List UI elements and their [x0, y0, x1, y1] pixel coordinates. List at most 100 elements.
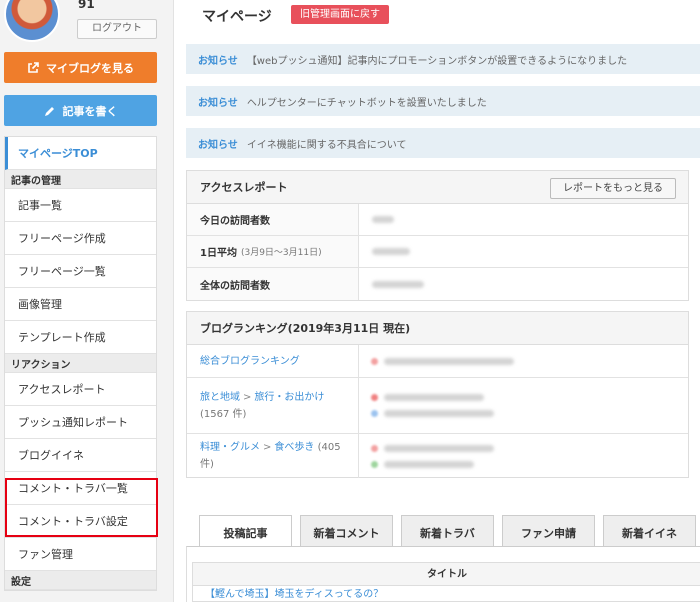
access-report-title: アクセスレポート: [200, 181, 288, 194]
sidebar-item-comment-settings[interactable]: コメント・トラバ設定: [5, 505, 156, 538]
sidebar-menu: マイページTOP 記事の管理 記事一覧 フリーページ作成 フリーページ一覧 画像管理 テンプ…: [4, 136, 157, 591]
blurred-value: [384, 460, 474, 468]
notice-bar[interactable]: お知らせ ヘルプセンターにチャットボットを設置いたしました: [186, 86, 700, 116]
main-content: マイページ 旧管理画面に戻す お知らせ 【webプッシュ通知】記事内にプロモーシ…: [173, 0, 700, 602]
ranking-row: 料理・グルメ > 食べ歩き (405 件): [187, 434, 688, 478]
blurred-value: [384, 444, 494, 452]
ranking-value: [371, 394, 688, 401]
ranking-link[interactable]: 旅行・お出かけ: [254, 392, 324, 403]
ranking-value: [371, 444, 688, 452]
blurred-value: [384, 410, 494, 417]
tab-new-trackbacks[interactable]: 新着トラバ: [401, 515, 494, 547]
notice-text[interactable]: イイネ機能に関する不具合について: [247, 136, 407, 151]
ranking-value: [371, 460, 688, 468]
table-row[interactable]: 【鰹んで埼玉】埼玉をディスってるの？: [193, 586, 700, 602]
breadcrumb-separator: >: [243, 391, 252, 403]
page-title: マイページ: [202, 9, 272, 25]
notice-bar[interactable]: お知らせ 【webプッシュ通知】記事内にプロモーションボタンが設置できるようにな…: [186, 44, 700, 74]
stat-label: 全体の訪問者数: [187, 268, 359, 300]
stat-label-text: 今日の訪問者数: [200, 216, 270, 227]
ranking-row: 旅と地域 > 旅行・お出かけ (1567 件): [187, 378, 688, 434]
sidebar-item-push-report[interactable]: プッシュ通知レポート: [5, 406, 156, 439]
sidebar-item-free-page-create[interactable]: フリーページ作成: [5, 222, 156, 255]
tab-new-iine[interactable]: 新着イイネ: [603, 515, 696, 547]
sidebar-item-article-list[interactable]: 記事一覧: [5, 189, 156, 222]
stat-row: 全体の訪問者数: [187, 268, 688, 300]
stat-label: 1日平均 (3月9日〜3月11日): [187, 236, 359, 267]
sidebar-item-image-manage[interactable]: 画像管理: [5, 288, 156, 321]
ranking-value: [371, 357, 688, 365]
notice-bar[interactable]: お知らせ イイネ機能に関する不具合について: [186, 128, 700, 158]
sidebar-item-comment-list[interactable]: コメント・トラバ一覧: [5, 472, 156, 505]
sidebar-section-heading: 記事の管理: [5, 170, 156, 189]
sidebar-section-heading: 設定: [5, 571, 156, 590]
sidebar-item-fan-manage[interactable]: ファン管理: [5, 538, 156, 571]
sidebar: 91 ログアウト マイブログを見る 記事を書く マイページTOP 記事の管理 記事一…: [0, 0, 166, 602]
stat-value: [359, 236, 410, 267]
ranking-link[interactable]: 食べ歩き: [274, 442, 314, 453]
tab-new-comments[interactable]: 新着コメント: [300, 515, 393, 547]
ranking-row: 総合ブログランキング: [187, 345, 688, 378]
ranking-link[interactable]: 料理・グルメ: [200, 442, 260, 453]
rank-dot-icon: [371, 444, 378, 452]
tab-posts[interactable]: 投稿記事: [199, 515, 292, 548]
pencil-icon: [44, 106, 54, 116]
sidebar-item-free-page-list[interactable]: フリーページ一覧: [5, 255, 156, 288]
tab-fan-requests[interactable]: ファン申請: [502, 515, 595, 547]
blurred-value: [372, 248, 410, 255]
write-article-button[interactable]: 記事を書く: [4, 95, 157, 126]
ranking-values: [359, 434, 688, 478]
stat-label-text: 1日平均: [200, 248, 237, 259]
ranking-category: 旅と地域 > 旅行・お出かけ (1567 件): [187, 378, 359, 433]
sidebar-item-mypage-top[interactable]: マイページTOP: [5, 137, 156, 170]
blurred-value: [384, 394, 484, 401]
breadcrumb-separator: >: [263, 442, 272, 453]
ranking-values: [359, 345, 688, 377]
ranking-header: ブログランキング(2019年3月11日 現在): [187, 312, 688, 345]
ranking-category: 総合ブログランキング: [187, 345, 359, 377]
sidebar-item-access-report[interactable]: アクセスレポート: [5, 373, 156, 406]
blurred-value: [384, 357, 514, 365]
ranking-link[interactable]: 総合ブログランキング: [200, 353, 300, 370]
stat-value: [359, 268, 424, 300]
notice-tag: お知らせ: [198, 97, 238, 109]
rank-dot-icon: [371, 394, 378, 401]
table-header-title: タイトル: [193, 563, 700, 586]
external-link-icon: [28, 61, 39, 73]
stat-label: 今日の訪問者数: [187, 204, 359, 235]
access-report-header: アクセスレポート レポートをもっと見る: [187, 171, 688, 204]
stat-row: 今日の訪問者数: [187, 204, 688, 236]
blurred-value: [372, 280, 424, 288]
access-report-panel: アクセスレポート レポートをもっと見る 今日の訪問者数 1日平均 (3月9日〜3…: [186, 170, 689, 301]
ranking-count: (1567 件): [200, 408, 247, 420]
stat-value: [359, 204, 394, 235]
ranking-link[interactable]: 旅と地域: [200, 392, 240, 403]
old-admin-button[interactable]: 旧管理画面に戻す: [291, 5, 389, 24]
stat-label-sub: (3月9日〜3月11日): [240, 248, 322, 258]
ranking-category: 料理・グルメ > 食べ歩き (405 件): [187, 434, 359, 478]
rank-dot-icon: [371, 460, 378, 468]
ranking-value: [371, 410, 688, 417]
rank-dot-icon: [371, 357, 378, 365]
sidebar-item-blog-iine[interactable]: ブログイイネ: [5, 439, 156, 472]
notice-text[interactable]: ヘルプセンターにチャットボットを設置いたしました: [247, 94, 487, 109]
article-table: タイトル 【鰹んで埼玉】埼玉をディスってるの？: [192, 562, 700, 602]
avatar[interactable]: [4, 0, 60, 42]
view-my-blog-button[interactable]: マイブログを見る: [4, 52, 157, 83]
sidebar-section-heading: リアクション: [5, 354, 156, 373]
view-my-blog-label: マイブログを見る: [46, 61, 134, 75]
stat-label-text: 全体の訪問者数: [200, 280, 270, 292]
notice-text[interactable]: 【webプッシュ通知】記事内にプロモーションボタンが設置できるようになりました: [247, 52, 627, 67]
logout-button[interactable]: ログアウト: [77, 19, 157, 39]
rank-dot-icon: [371, 410, 378, 417]
notice-tag: お知らせ: [198, 55, 238, 67]
sidebar-item-template-create[interactable]: テンプレート作成: [5, 321, 156, 354]
write-article-label: 記事を書く: [62, 104, 118, 118]
username: 91: [78, 0, 95, 11]
report-more-button[interactable]: レポートをもっと見る: [550, 178, 676, 199]
blog-ranking-panel: ブログランキング(2019年3月11日 現在) 総合ブログランキング 旅と地域 >…: [186, 311, 689, 478]
blurred-value: [372, 216, 394, 223]
ranking-values: [359, 378, 688, 433]
notice-tag: お知らせ: [198, 139, 238, 151]
activity-tabs: 投稿記事 新着コメント 新着トラバ ファン申請 新着イイネ: [199, 515, 696, 548]
